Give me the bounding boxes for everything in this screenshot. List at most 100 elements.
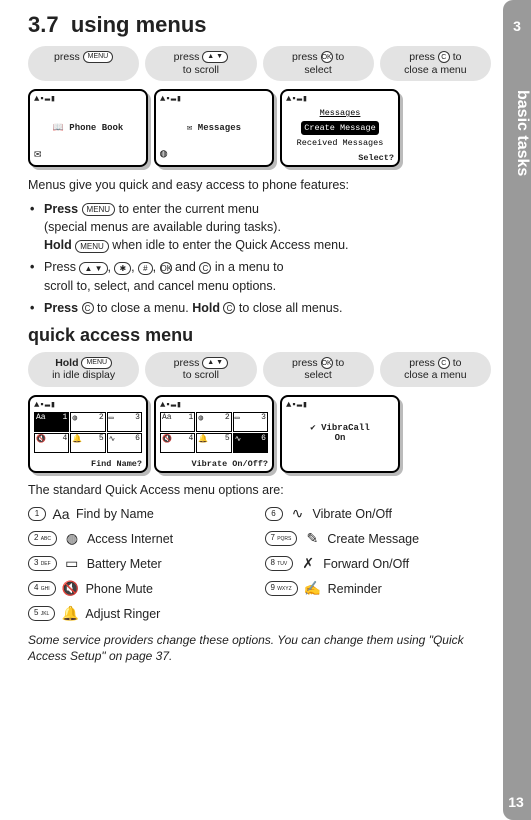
grid-cell: Aa1 — [160, 412, 195, 432]
scroll-key-icon: ▲ ▼ — [79, 262, 107, 275]
key-9-icon: 9 WXYZ — [265, 581, 298, 596]
scroll-key-icon: ▲ ▼ — [202, 357, 228, 369]
chapter-label: basic tasks — [503, 90, 531, 176]
option-battery: 3 DEF ▭ Battery Meter — [28, 555, 255, 572]
ringer-icon: 🔔 — [61, 605, 79, 622]
key-7-icon: 7 PQRS — [265, 531, 298, 546]
option-vibrate: 6 ∿ Vibrate On/Off — [265, 505, 492, 522]
pill-press-menu: press MENU — [28, 46, 139, 81]
c-key-icon: C — [223, 302, 235, 314]
menu-key-icon: MENU — [83, 51, 114, 63]
pill-press-close: press C to close a menu — [380, 352, 491, 387]
phone-screens-row-2: ▲▪▬▮ Aa1 ◍2 ▭3 🔇4 🔔5 ∿6 Find Name? ▲▪▬▮ … — [28, 395, 491, 473]
pill-press-scroll: press ▲ ▼ to scroll — [145, 46, 256, 81]
page-number: 13 — [505, 794, 527, 810]
screen-messages: ▲▪▬▮ ✉ Messages ◍ — [154, 89, 274, 167]
softkey-label: Find Name? — [91, 459, 142, 469]
status-bar: ▲▪▬▮ — [34, 94, 142, 104]
menu-title: Messages — [318, 107, 363, 119]
key-3-icon: 3 DEF — [28, 556, 57, 571]
screen-vibracall: ▲▪▬▮ ✔ VibraCall On — [280, 395, 400, 473]
side-tab: 3 basic tasks 13 — [503, 0, 531, 820]
softkey-label: Vibrate On/Off? — [191, 459, 268, 469]
key-1-icon: 1 — [28, 507, 46, 521]
option-forward: 8 TUV ✗ Forward On/Off — [265, 555, 492, 572]
mail-icon: ✉ — [34, 146, 41, 161]
hash-key-icon: # — [138, 262, 152, 275]
screen-phone-book: ▲▪▬▮ 📖 Phone Book ✉ — [28, 89, 148, 167]
menu-key-icon: MENU — [81, 357, 112, 369]
star-key-icon: ✱ — [114, 262, 131, 275]
option-find-by-name: 1 Aa Find by Name — [28, 505, 255, 522]
screen-qa-grid-2: ▲▪▬▮ Aa1 ◍2 ▭3 🔇4 🔔5 ∿6 Vibrate On/Off? — [154, 395, 274, 473]
option-mute: 4 GHI 🔇 Phone Mute — [28, 580, 255, 597]
key-2-icon: 2 ABC — [28, 531, 57, 546]
ok-key-icon: OK — [321, 357, 333, 369]
option-internet: 2 ABC ◍ Access Internet — [28, 530, 255, 547]
grid-cell: Aa1 — [34, 412, 69, 432]
menu-item: Received Messages — [295, 137, 386, 149]
compose-icon: ✎ — [303, 530, 321, 547]
option-reminder: 9 WXYZ ✍ Reminder — [265, 580, 492, 597]
pill-press-select: press OK to select — [263, 352, 374, 387]
list-item: Press C to close a menu. Hold C to close… — [28, 299, 491, 317]
softkey-label: Select? — [358, 153, 394, 163]
screen-qa-grid-1: ▲▪▬▮ Aa1 ◍2 ▭3 🔇4 🔔5 ∿6 Find Name? — [28, 395, 148, 473]
battery-icon: ▭ — [63, 555, 81, 572]
pill-hold-menu: Hold MENU in idle display — [28, 352, 139, 387]
instruction-pills-row-2: Hold MENU in idle display press ▲ ▼ to s… — [28, 352, 491, 387]
messages-icon: ✉ — [187, 123, 198, 133]
grid-cell: ∿6 — [107, 433, 142, 453]
pill-press-select: press OK to select — [263, 46, 374, 81]
phone-screens-row-1: ▲▪▬▮ 📖 Phone Book ✉ ▲▪▬▮ ✉ Messages ◍ ▲▪… — [28, 89, 491, 167]
ok-key-icon: OK — [160, 262, 172, 274]
globe-icon: ◍ — [63, 530, 81, 547]
grid-cell: ∿6 — [233, 433, 268, 453]
instruction-pills-row-1: press MENU press ▲ ▼ to scroll press OK … — [28, 46, 491, 81]
vibrate-icon: ∿ — [289, 505, 307, 522]
feature-list: Press MENU to enter the current menu (sp… — [28, 200, 491, 317]
options-intro: The standard Quick Access menu options a… — [28, 483, 491, 497]
grid-cell: ◍2 — [70, 412, 105, 432]
key-5-icon: 5 JKL — [28, 606, 55, 621]
grid-cell: 🔔5 — [196, 433, 231, 453]
chapter-number: 3 — [503, 18, 531, 34]
grid-cell: ◍2 — [196, 412, 231, 432]
reminder-icon: ✍ — [304, 580, 322, 597]
grid-cell: 🔇4 — [34, 433, 69, 453]
footnote: Some service providers change these opti… — [28, 632, 491, 664]
list-item: Press MENU to enter the current menu (sp… — [28, 200, 491, 254]
status-bar: ▲▪▬▮ — [160, 94, 268, 104]
status-bar: ▲▪▬▮ — [160, 400, 268, 410]
key-8-icon: 8 TUV — [265, 556, 294, 571]
grid-cell: ▭3 — [233, 412, 268, 432]
grid-cell: 🔇4 — [160, 433, 195, 453]
grid-cell: 🔔5 — [70, 433, 105, 453]
c-key-icon: C — [199, 262, 211, 274]
intro-text: Menus give you quick and easy access to … — [28, 177, 491, 194]
scroll-key-icon: ▲ ▼ — [202, 51, 228, 63]
key-6-icon: 6 — [265, 507, 283, 521]
status-bar: ▲▪▬▮ — [34, 400, 142, 410]
c-key-icon: C — [438, 357, 450, 369]
option-ringer: 5 JKL 🔔 Adjust Ringer — [28, 605, 255, 622]
menu-key-icon: MENU — [82, 203, 116, 216]
ok-key-icon: OK — [321, 51, 333, 63]
globe-icon: ◍ — [160, 146, 167, 161]
section-title: 3.7 using menus — [28, 12, 491, 38]
check-icon: ✔ — [310, 423, 321, 433]
c-key-icon: C — [82, 302, 94, 314]
menu-item-selected: Create Message — [301, 121, 378, 135]
grid-cell: ▭3 — [107, 412, 142, 432]
menu-key-icon: MENU — [75, 240, 109, 253]
subheading-quick-access: quick access menu — [28, 325, 491, 346]
list-item: Press ▲ ▼, ✱, #, OK and C in a menu to s… — [28, 258, 491, 294]
phonebook-icon: 📖 — [53, 123, 70, 133]
screen-messages-menu: ▲▪▬▮ Messages Create Message Received Me… — [280, 89, 400, 167]
status-bar: ▲▪▬▮ — [286, 94, 394, 104]
key-4-icon: 4 GHI — [28, 581, 56, 596]
option-create-message: 7 PQRS ✎ Create Message — [265, 530, 492, 547]
options-grid: 1 Aa Find by Name 6 ∿ Vibrate On/Off 2 A… — [28, 505, 491, 622]
c-key-icon: C — [438, 51, 450, 63]
pill-press-close: press C to close a menu — [380, 46, 491, 81]
